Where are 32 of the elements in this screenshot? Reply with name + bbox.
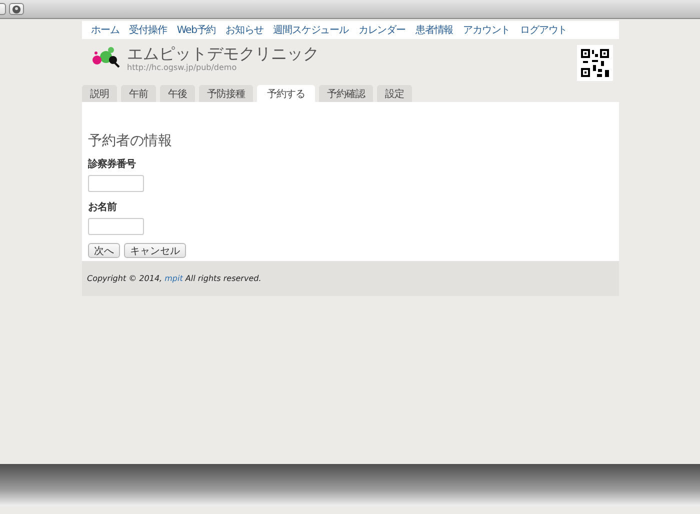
circle-icon <box>12 4 21 14</box>
field-label: お名前 <box>88 200 118 214</box>
nav-link[interactable]: 受付操作 <box>129 23 167 37</box>
site-title: エムピットデモクリニック <box>127 45 319 63</box>
tab[interactable]: 予約する <box>257 85 315 102</box>
tab[interactable]: 午後 <box>160 85 195 102</box>
nav-link[interactable]: アカウント <box>463 23 510 37</box>
nav-link[interactable]: ホーム <box>91 23 120 37</box>
form-button[interactable]: キャンセル <box>124 243 186 258</box>
site-url: http://hc.ogsw.jp/pub/demo <box>127 63 238 73</box>
nav-link[interactable]: ログアウト <box>520 23 568 37</box>
form-button[interactable]: 次へ <box>88 243 120 258</box>
input-field[interactable] <box>88 175 144 192</box>
nav-link[interactable]: Web予約 <box>176 23 216 37</box>
section-heading: 予約者の情報 <box>88 132 173 150</box>
logo-icon <box>91 45 121 69</box>
tab[interactable]: 説明 <box>82 85 117 102</box>
footer-link[interactable]: mpit <box>164 274 183 283</box>
input-field[interactable] <box>88 218 144 235</box>
toolbar-button[interactable] <box>9 3 24 15</box>
nav-link[interactable]: カレンダー <box>358 23 406 37</box>
tab[interactable]: 設定 <box>377 85 412 102</box>
tab[interactable]: 予約確認 <box>319 85 373 102</box>
nav-link[interactable]: 週間スケジュール <box>273 23 348 37</box>
tab[interactable]: 午前 <box>121 85 156 102</box>
field-label: 診察券番号 <box>88 158 137 171</box>
tab[interactable]: 予防接種 <box>199 85 253 102</box>
toolbar-button[interactable] <box>0 3 6 15</box>
copyright-text: Copyright © 2014, mpit All rights reserved. <box>87 274 262 283</box>
qr-code-icon <box>577 45 613 81</box>
nav-link[interactable]: 患者情報 <box>415 23 454 37</box>
nav-link[interactable]: お知らせ <box>226 23 264 37</box>
